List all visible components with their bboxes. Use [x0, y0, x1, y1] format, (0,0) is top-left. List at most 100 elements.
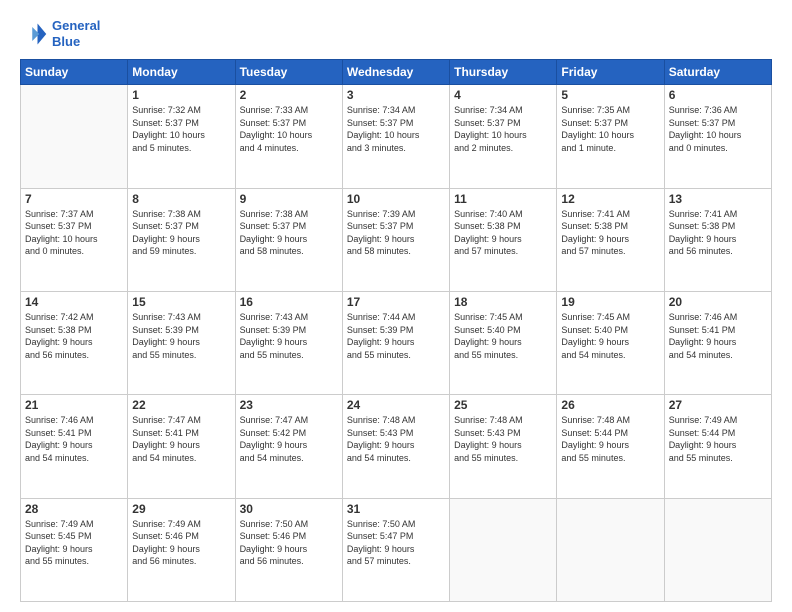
day-number: 20	[669, 295, 767, 309]
logo: General Blue	[20, 18, 100, 49]
calendar-cell: 25 Sunrise: 7:48 AM Sunset: 5:43 PM Dayli…	[450, 395, 557, 498]
day-number: 18	[454, 295, 552, 309]
calendar-table: SundayMondayTuesdayWednesdayThursdayFrid…	[20, 59, 772, 602]
day-info: Sunrise: 7:46 AM Sunset: 5:41 PM Dayligh…	[669, 311, 767, 361]
weekday-header-tuesday: Tuesday	[235, 60, 342, 85]
day-number: 10	[347, 192, 445, 206]
day-info: Sunrise: 7:38 AM Sunset: 5:37 PM Dayligh…	[240, 208, 338, 258]
day-info: Sunrise: 7:50 AM Sunset: 5:47 PM Dayligh…	[347, 518, 445, 568]
calendar-cell	[450, 498, 557, 601]
day-number: 16	[240, 295, 338, 309]
day-info: Sunrise: 7:40 AM Sunset: 5:38 PM Dayligh…	[454, 208, 552, 258]
day-number: 27	[669, 398, 767, 412]
day-number: 13	[669, 192, 767, 206]
day-number: 29	[132, 502, 230, 516]
calendar-cell: 6 Sunrise: 7:36 AM Sunset: 5:37 PM Daylig…	[664, 85, 771, 188]
day-number: 24	[347, 398, 445, 412]
day-number: 15	[132, 295, 230, 309]
day-number: 14	[25, 295, 123, 309]
weekday-header-thursday: Thursday	[450, 60, 557, 85]
weekday-header-saturday: Saturday	[664, 60, 771, 85]
day-info: Sunrise: 7:43 AM Sunset: 5:39 PM Dayligh…	[240, 311, 338, 361]
calendar-cell: 20 Sunrise: 7:46 AM Sunset: 5:41 PM Dayli…	[664, 291, 771, 394]
day-info: Sunrise: 7:41 AM Sunset: 5:38 PM Dayligh…	[669, 208, 767, 258]
day-number: 31	[347, 502, 445, 516]
calendar-cell: 29Sunrise: 7:49 AM Sunset: 5:46 PM Dayli…	[128, 498, 235, 601]
day-info: Sunrise: 7:38 AM Sunset: 5:37 PM Dayligh…	[132, 208, 230, 258]
calendar-cell: 22 Sunrise: 7:47 AM Sunset: 5:41 PM Dayli…	[128, 395, 235, 498]
day-number: 23	[240, 398, 338, 412]
day-info: Sunrise: 7:41 AM Sunset: 5:38 PM Dayligh…	[561, 208, 659, 258]
day-number: 17	[347, 295, 445, 309]
day-number: 19	[561, 295, 659, 309]
day-number: 5	[561, 88, 659, 102]
day-info: Sunrise: 7:43 AM Sunset: 5:39 PM Dayligh…	[132, 311, 230, 361]
calendar-cell: 17 Sunrise: 7:44 AM Sunset: 5:39 PM Dayli…	[342, 291, 449, 394]
header: General Blue	[20, 18, 772, 49]
day-number: 8	[132, 192, 230, 206]
day-number: 7	[25, 192, 123, 206]
calendar-cell: 3Sunrise: 7:34 AM Sunset: 5:37 PM Daylig…	[342, 85, 449, 188]
day-info: Sunrise: 7:36 AM Sunset: 5:37 PM Dayligh…	[669, 104, 767, 154]
calendar-cell: 11 Sunrise: 7:40 AM Sunset: 5:38 PM Dayli…	[450, 188, 557, 291]
day-number: 22	[132, 398, 230, 412]
calendar-cell: 10 Sunrise: 7:39 AM Sunset: 5:37 PM Dayli…	[342, 188, 449, 291]
calendar-cell: 23 Sunrise: 7:47 AM Sunset: 5:42 PM Dayli…	[235, 395, 342, 498]
day-info: Sunrise: 7:48 AM Sunset: 5:43 PM Dayligh…	[454, 414, 552, 464]
calendar-cell: 18 Sunrise: 7:45 AM Sunset: 5:40 PM Dayli…	[450, 291, 557, 394]
calendar-cell	[21, 85, 128, 188]
day-info: Sunrise: 7:45 AM Sunset: 5:40 PM Dayligh…	[454, 311, 552, 361]
calendar-cell	[557, 498, 664, 601]
day-info: Sunrise: 7:47 AM Sunset: 5:42 PM Dayligh…	[240, 414, 338, 464]
calendar-cell: 13 Sunrise: 7:41 AM Sunset: 5:38 PM Dayli…	[664, 188, 771, 291]
calendar-week-4: 21Sunrise: 7:46 AM Sunset: 5:41 PM Dayli…	[21, 395, 772, 498]
day-info: Sunrise: 7:32 AM Sunset: 5:37 PM Dayligh…	[132, 104, 230, 154]
day-number: 11	[454, 192, 552, 206]
calendar-week-1: 1 Sunrise: 7:32 AM Sunset: 5:37 PM Daylig…	[21, 85, 772, 188]
calendar-cell: 12 Sunrise: 7:41 AM Sunset: 5:38 PM Dayli…	[557, 188, 664, 291]
day-number: 6	[669, 88, 767, 102]
calendar-cell: 19 Sunrise: 7:45 AM Sunset: 5:40 PM Dayli…	[557, 291, 664, 394]
day-info: Sunrise: 7:39 AM Sunset: 5:37 PM Dayligh…	[347, 208, 445, 258]
day-number: 2	[240, 88, 338, 102]
logo-icon	[20, 20, 48, 48]
day-number: 25	[454, 398, 552, 412]
calendar-week-5: 28Sunrise: 7:49 AM Sunset: 5:45 PM Dayli…	[21, 498, 772, 601]
calendar-cell: 1 Sunrise: 7:32 AM Sunset: 5:37 PM Daylig…	[128, 85, 235, 188]
day-info: Sunrise: 7:34 AM Sunset: 5:37 PM Dayligh…	[454, 104, 552, 154]
calendar-cell: 15 Sunrise: 7:43 AM Sunset: 5:39 PM Dayli…	[128, 291, 235, 394]
day-info: Sunrise: 7:50 AM Sunset: 5:46 PM Dayligh…	[240, 518, 338, 568]
day-number: 9	[240, 192, 338, 206]
day-number: 12	[561, 192, 659, 206]
calendar-cell: 27 Sunrise: 7:49 AM Sunset: 5:44 PM Dayli…	[664, 395, 771, 498]
weekday-header-friday: Friday	[557, 60, 664, 85]
calendar-cell: 4 Sunrise: 7:34 AM Sunset: 5:37 PM Daylig…	[450, 85, 557, 188]
calendar-cell: 26Sunrise: 7:48 AM Sunset: 5:44 PM Dayli…	[557, 395, 664, 498]
day-number: 21	[25, 398, 123, 412]
logo-text: General Blue	[52, 18, 100, 49]
day-number: 1	[132, 88, 230, 102]
day-number: 4	[454, 88, 552, 102]
calendar-cell: 2 Sunrise: 7:33 AM Sunset: 5:37 PM Daylig…	[235, 85, 342, 188]
calendar-cell: 21Sunrise: 7:46 AM Sunset: 5:41 PM Dayli…	[21, 395, 128, 498]
day-info: Sunrise: 7:44 AM Sunset: 5:39 PM Dayligh…	[347, 311, 445, 361]
calendar-cell: 5 Sunrise: 7:35 AM Sunset: 5:37 PM Daylig…	[557, 85, 664, 188]
day-info: Sunrise: 7:35 AM Sunset: 5:37 PM Dayligh…	[561, 104, 659, 154]
calendar-cell: 28Sunrise: 7:49 AM Sunset: 5:45 PM Dayli…	[21, 498, 128, 601]
day-info: Sunrise: 7:49 AM Sunset: 5:45 PM Dayligh…	[25, 518, 123, 568]
day-info: Sunrise: 7:33 AM Sunset: 5:37 PM Dayligh…	[240, 104, 338, 154]
calendar-cell: 31 Sunrise: 7:50 AM Sunset: 5:47 PM Dayli…	[342, 498, 449, 601]
page: General Blue SundayMondayTuesdayWednesda…	[0, 0, 792, 612]
day-number: 26	[561, 398, 659, 412]
calendar-cell: 7Sunrise: 7:37 AM Sunset: 5:37 PM Daylig…	[21, 188, 128, 291]
day-number: 30	[240, 502, 338, 516]
calendar-cell: 24Sunrise: 7:48 AM Sunset: 5:43 PM Dayli…	[342, 395, 449, 498]
weekday-header-wednesday: Wednesday	[342, 60, 449, 85]
day-info: Sunrise: 7:47 AM Sunset: 5:41 PM Dayligh…	[132, 414, 230, 464]
day-info: Sunrise: 7:45 AM Sunset: 5:40 PM Dayligh…	[561, 311, 659, 361]
calendar-cell: 14Sunrise: 7:42 AM Sunset: 5:38 PM Dayli…	[21, 291, 128, 394]
weekday-header-monday: Monday	[128, 60, 235, 85]
day-number: 3	[347, 88, 445, 102]
day-info: Sunrise: 7:49 AM Sunset: 5:44 PM Dayligh…	[669, 414, 767, 464]
calendar-cell	[664, 498, 771, 601]
